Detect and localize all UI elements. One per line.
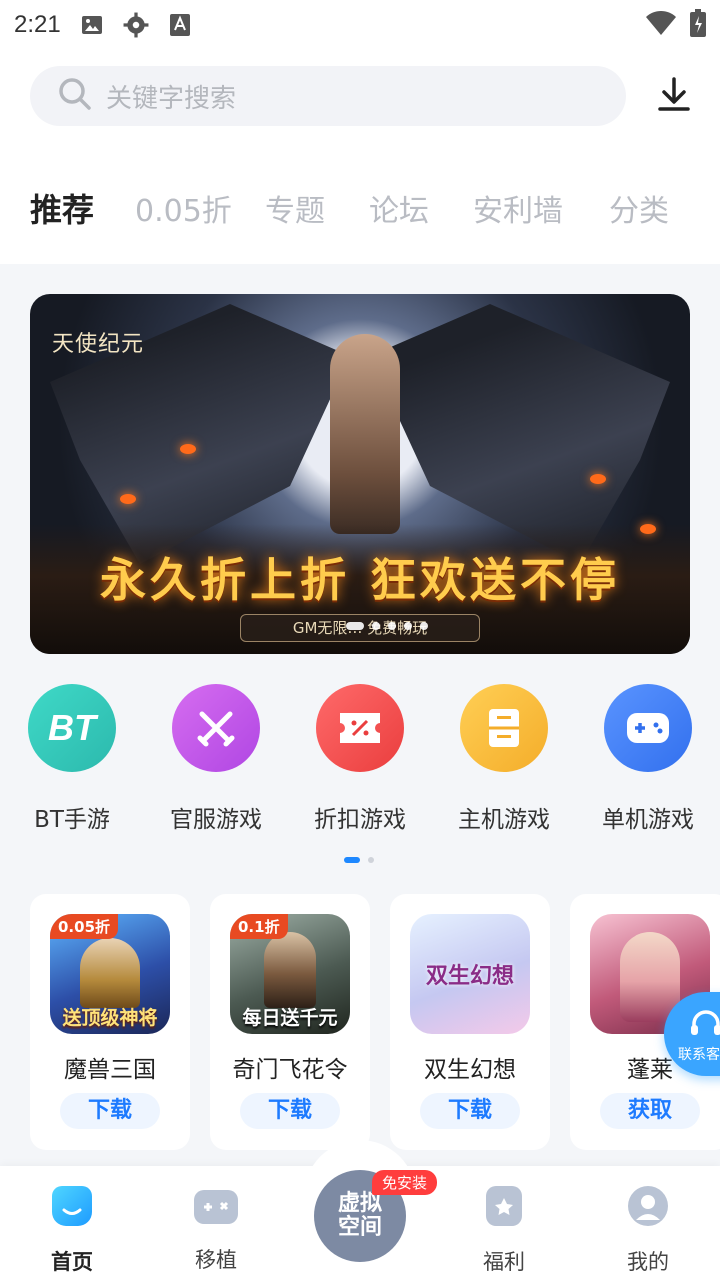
- download-game-button[interactable]: 下载: [240, 1093, 340, 1129]
- image-icon: [79, 12, 105, 38]
- search-bar[interactable]: 关键字搜索: [30, 66, 626, 126]
- art-caption: 每日送千元: [242, 1007, 338, 1029]
- category-label: 主机游戏: [458, 807, 550, 833]
- install-free-badge: 免安装: [372, 1170, 438, 1195]
- nav-label: 移植: [195, 1248, 237, 1272]
- header: 关键字搜索 推荐 0.05折 专题 论坛 安利墙 分类: [0, 50, 720, 264]
- gift-card-icon: [486, 1186, 522, 1226]
- status-time: 2:21: [14, 11, 61, 38]
- search-icon: [58, 77, 92, 115]
- game-icon: 0.05折 送顶级神将: [50, 914, 170, 1034]
- category-label: 单机游戏: [602, 807, 694, 833]
- nav-port[interactable]: 移植: [166, 1186, 266, 1274]
- gamepad-icon: [604, 684, 692, 772]
- game-card[interactable]: 0.05折 送顶级神将 魔兽三国 下载: [30, 894, 190, 1150]
- battery-icon: [690, 9, 706, 41]
- search-placeholder: 关键字搜索: [106, 83, 237, 114]
- game-card[interactable]: 双生幻想 双生幻想 下载: [390, 894, 550, 1150]
- download-game-button[interactable]: 下载: [420, 1093, 520, 1129]
- nav-label: 首页: [51, 1250, 93, 1274]
- profile-icon: [628, 1186, 668, 1226]
- tab-category[interactable]: 分类: [609, 186, 669, 230]
- nav-profile[interactable]: 我的: [598, 1186, 698, 1276]
- tab-recommend-wall[interactable]: 安利墙: [473, 186, 563, 230]
- banner-pager: [346, 622, 428, 630]
- discount-ticket-icon: [316, 684, 404, 772]
- banner-ember: [120, 494, 136, 504]
- home-icon: [52, 1186, 92, 1226]
- bt-icon: BT: [28, 684, 116, 772]
- game-list: 0.05折 送顶级神将 魔兽三国 下载 0.1折 每日送千元 奇门飞花令 下载 …: [0, 894, 720, 1150]
- customer-service-label: 联系客: [678, 1047, 720, 1063]
- banner-dot: [346, 622, 364, 630]
- nav-label: 福利: [483, 1250, 525, 1274]
- headset-icon: [688, 1006, 720, 1046]
- top-tabs: 推荐 0.05折 专题 论坛 安利墙 分类: [0, 178, 720, 238]
- category-row: BT BT手游 官服游戏 折扣游戏 主机游戏 单机游戏: [0, 684, 720, 834]
- download-button[interactable]: [652, 74, 696, 118]
- console-icon: [460, 684, 548, 772]
- status-bar: 2:21: [0, 0, 720, 50]
- tab-forum[interactable]: 论坛: [369, 186, 429, 230]
- art-caption: 送顶级神将: [62, 1007, 158, 1029]
- category-bt[interactable]: BT BT手游: [12, 684, 132, 834]
- game-icon: 双生幻想: [410, 914, 530, 1034]
- settings-icon: [123, 12, 149, 38]
- tab-topics[interactable]: 专题: [265, 186, 325, 230]
- tab-discount[interactable]: 0.05折: [135, 186, 232, 230]
- wifi-icon: [646, 11, 676, 39]
- art-caption: 双生幻想: [425, 964, 514, 989]
- font-a-icon: [167, 12, 193, 38]
- discount-badge: 0.1折: [230, 914, 288, 939]
- banner-character: [330, 334, 400, 534]
- game-name: 双生幻想: [424, 1057, 516, 1083]
- banner-game-logo: 天使纪元: [52, 332, 145, 357]
- banner-dot: [388, 622, 396, 630]
- discount-badge: 0.05折: [50, 914, 119, 939]
- category-label: 折扣游戏: [314, 807, 406, 833]
- category-pager: [344, 857, 374, 863]
- pager-dot: [344, 857, 360, 863]
- category-official[interactable]: 官服游戏: [156, 684, 276, 834]
- category-label: 官服游戏: [170, 807, 262, 833]
- category-label: BT手游: [34, 807, 110, 833]
- bt-icon-glyph: BT: [48, 707, 96, 748]
- banner-dot: [372, 622, 380, 630]
- nav-welfare[interactable]: 福利: [454, 1186, 554, 1276]
- promo-banner[interactable]: 天使纪元 永久折上折 狂欢送不停 GM无限… 免费畅玩: [30, 294, 690, 654]
- virtual-space-label: 虚拟空间: [337, 1191, 382, 1240]
- banner-dot: [404, 622, 412, 630]
- tab-recommend[interactable]: 推荐: [30, 185, 94, 231]
- game-icon: 0.1折 每日送千元: [230, 914, 350, 1034]
- nav-label: 我的: [627, 1250, 669, 1274]
- get-game-button[interactable]: 获取: [600, 1093, 700, 1129]
- banner-ember: [590, 474, 606, 484]
- game-card[interactable]: 0.1折 每日送千元 奇门飞花令 下载: [210, 894, 370, 1150]
- banner-ember: [640, 524, 656, 534]
- download-game-button[interactable]: 下载: [60, 1093, 160, 1129]
- pager-dot: [368, 857, 374, 863]
- banner-dot: [420, 622, 428, 630]
- game-name: 奇门飞花令: [232, 1057, 348, 1083]
- banner-slogan: 永久折上折 狂欢送不停: [99, 553, 620, 607]
- port-gamepad-icon: [194, 1190, 238, 1224]
- crossed-swords-icon: [172, 684, 260, 772]
- category-single[interactable]: 单机游戏: [588, 684, 708, 834]
- category-discount[interactable]: 折扣游戏: [300, 684, 420, 834]
- download-icon: [658, 77, 690, 115]
- nav-home[interactable]: 首页: [22, 1186, 122, 1276]
- category-console[interactable]: 主机游戏: [444, 684, 564, 834]
- game-name: 魔兽三国: [64, 1057, 156, 1083]
- banner-ember: [180, 444, 196, 454]
